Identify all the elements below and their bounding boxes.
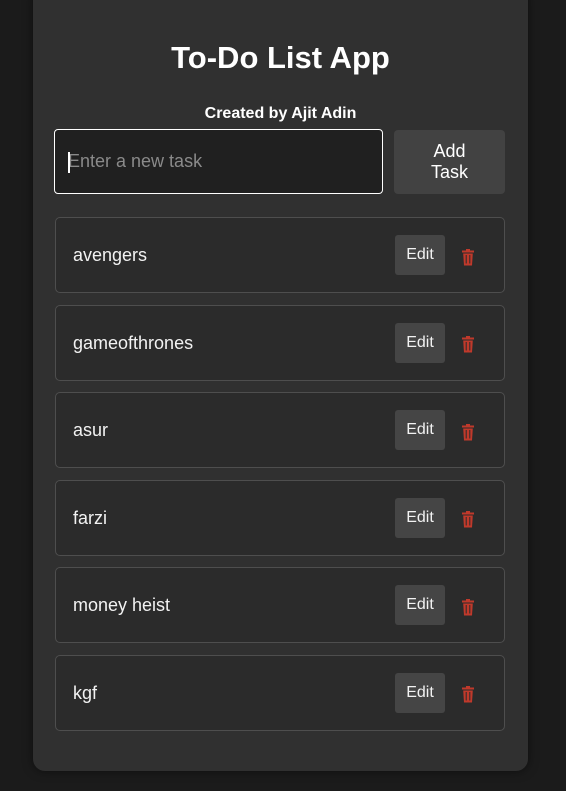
page-title: To-Do List App	[171, 40, 390, 75]
delete-button[interactable]	[456, 683, 480, 707]
trash-icon	[462, 423, 474, 441]
trash-icon	[462, 248, 474, 265]
task-text: farzi	[73, 507, 108, 528]
task-item: kgf Edit	[55, 654, 505, 731]
todo-app-card: To-Do List App Created by Ajit Adin Add …	[33, 0, 528, 771]
trash-icon	[462, 511, 474, 528]
edit-button[interactable]: Edit	[395, 235, 445, 275]
trash-icon	[462, 336, 474, 353]
trash-icon	[462, 686, 474, 703]
delete-button[interactable]	[456, 508, 480, 532]
task-text: kgf	[73, 682, 98, 703]
task-item: asur Edit	[55, 392, 505, 469]
task-item: money heist Edit	[55, 567, 505, 644]
delete-button[interactable]	[456, 595, 480, 619]
author-credit: Created by Ajit Adin	[204, 105, 357, 122]
new-task-input[interactable]	[54, 129, 383, 194]
delete-button[interactable]	[456, 420, 480, 444]
delete-button[interactable]	[456, 333, 480, 357]
task-list: avengers Edit gameofthrones Edit asur Ed…	[55, 217, 505, 743]
task-text: asur	[73, 420, 109, 441]
edit-button[interactable]: Edit	[395, 322, 445, 363]
trash-icon	[462, 598, 474, 616]
text-cursor	[68, 152, 70, 173]
task-item: gameofthrones Edit	[55, 304, 505, 381]
task-item: farzi Edit	[55, 479, 505, 556]
edit-button[interactable]: Edit	[395, 410, 445, 451]
task-text: money heist	[73, 595, 171, 616]
task-item: avengers Edit	[55, 217, 505, 293]
task-text: avengers	[73, 245, 148, 265]
edit-button[interactable]: Edit	[395, 672, 445, 713]
task-text: gameofthrones	[73, 332, 194, 353]
edit-button[interactable]: Edit	[395, 585, 445, 626]
delete-button[interactable]	[456, 245, 480, 269]
add-task-button[interactable]: Add Task	[394, 130, 505, 194]
edit-button[interactable]: Edit	[395, 497, 445, 538]
